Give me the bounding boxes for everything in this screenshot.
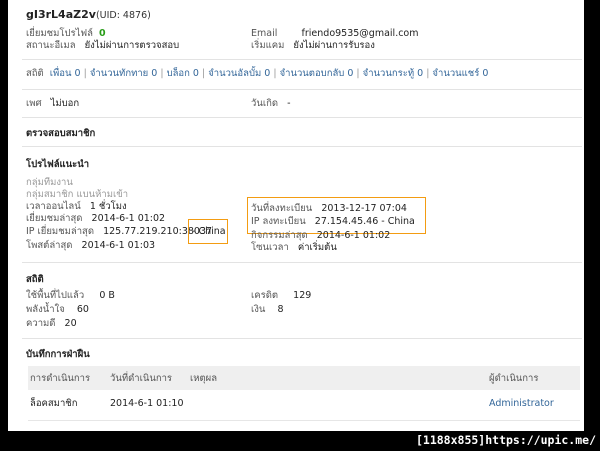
divider (22, 59, 582, 60)
last-ip-row: IP เยี่ยมชมล่าสุด 125.77.219.210:38037 (26, 226, 212, 238)
birthday-label: วันเกิด (251, 98, 278, 109)
email-status-label: สถานะอีเมล (26, 40, 76, 51)
stats-link-friends[interactable]: เพื่อน 0 (50, 68, 81, 79)
col-header-action: การดำเนินการ (30, 373, 91, 384)
section-profile-recommend: โปรไฟล์แนะนำ (26, 159, 90, 170)
space-value: 0 B (99, 290, 115, 301)
timezone-label: โซนเวลา (251, 242, 289, 253)
stats-link-albums[interactable]: จำนวนอัลบั้ม 0 (208, 68, 270, 79)
stats-links: สถิติ เพื่อน 0 | จำนวนทักทาย 0 | บล็อก 0… (26, 68, 488, 80)
log-row-operator-link[interactable]: Administrator (489, 398, 554, 410)
power-row: พลังน้ำใจ 60 (26, 304, 89, 316)
separator: | (426, 68, 430, 79)
stats-links-label: สถิติ (26, 68, 44, 79)
col-header-date: วันที่ดำเนินการ (110, 373, 173, 384)
stats-link-replies[interactable]: จำนวนตอบกลับ 0 (280, 68, 354, 79)
credit-row: เครดิต 129 (251, 290, 311, 302)
separator: | (273, 68, 277, 79)
divider (22, 117, 582, 118)
email-status-value: ยังไม่ผ่านการตรวจสอบ (84, 40, 180, 51)
online-time-row: เวลาออนไลน์ 1 ชั่วโมง (26, 201, 127, 213)
money-label: เงิน (251, 304, 266, 315)
divider (22, 338, 582, 339)
upic-watermark: [1188x855]https://upic.me/ (415, 433, 596, 447)
money-value: 8 (277, 304, 284, 315)
email-row: Email friendo9535@gmail.com (251, 28, 419, 40)
visit-count: 0 (98, 28, 106, 39)
separator: | (356, 68, 360, 79)
gender-value: ไม่บอก (50, 98, 80, 109)
divider (22, 146, 582, 147)
last-visit-row: เยี่ยมชมล่าสุด 2014-6-1 01:02 (26, 213, 165, 225)
timezone-value: ค่าเริ่มต้น (297, 242, 337, 253)
gender-row: เพศ ไม่บอก (26, 98, 79, 110)
birthday-row: วันเกิด - (251, 98, 291, 110)
last-activity-value: 2014-6-1 01:02 (316, 230, 391, 241)
profile-page: gI3rL4aZ2v(UID: 4876) เยี่ยมชมโปรไฟล์ 0 … (8, 0, 584, 431)
email-status-row: สถานะอีเมล ยังไม่ผ่านการตรวจสอบ (26, 40, 179, 52)
verify-value: ยังไม่ผ่านการรับรอง (293, 40, 375, 51)
verify-row: เริ่มแคม ยังไม่ผ่านการรับรอง (251, 40, 375, 52)
verify-label: เริ่มแคม (251, 40, 285, 51)
email-label: Email (251, 28, 278, 39)
log-row-date: 2014-6-1 01:10 (110, 398, 184, 409)
last-post-row: โพสต์ล่าสุด 2014-6-1 01:03 (26, 240, 155, 252)
email-value: friendo9535@gmail.com (301, 28, 419, 39)
timezone-row: โซนเวลา ค่าเริ่มต้น (251, 242, 337, 254)
scrollbar-track[interactable] (584, 0, 600, 431)
visit-label: เยี่ยมชมโปรไฟล์ (26, 28, 93, 39)
col-header-operator: ผู้ดำเนินการ (489, 373, 539, 384)
space-label: ใช้พื้นที่ไปแล้ว (26, 290, 85, 301)
separator: | (160, 68, 164, 79)
section-stats: สถิติ (26, 274, 44, 285)
staff-group: กลุ่มทีมงาน (26, 177, 73, 188)
last-post-value: 2014-6-1 01:03 (81, 240, 156, 251)
stats-link-threads[interactable]: จำนวนกระทู้ 0 (363, 68, 424, 79)
member-group: กลุ่มสมาชิก แบนห้ามเข้า (26, 189, 129, 200)
birthday-value: - (287, 98, 291, 109)
highlight-box-registration (247, 197, 426, 234)
uid: (UID: 4876) (95, 10, 151, 21)
section-verify-member: ตรวจสอบสมาชิก (26, 128, 96, 139)
money-row: เงิน 8 (251, 304, 284, 316)
credit-label: เครดิต (251, 290, 279, 301)
good-label: ความดี (26, 318, 56, 329)
divider (22, 262, 582, 263)
last-post-label: โพสต์ล่าสุด (26, 240, 73, 251)
stats-link-greetings[interactable]: จำนวนทักทาย 0 (90, 68, 157, 79)
last-ip-label: IP เยี่ยมชมล่าสุด (26, 226, 95, 237)
log-table-row-divider (28, 420, 580, 421)
last-activity-label: กิจกรรมล่าสุด (251, 230, 308, 241)
online-time-label: เวลาออนไลน์ (26, 201, 81, 212)
stats-link-blogs[interactable]: บล็อก 0 (167, 68, 199, 79)
separator: | (201, 68, 206, 79)
online-time-value: 1 ชั่วโมง (89, 201, 127, 212)
space-row: ใช้พื้นที่ไปแล้ว 0 B (26, 290, 115, 302)
divider (22, 89, 582, 90)
username-title: gI3rL4aZ2v(UID: 4876) (26, 8, 151, 21)
power-value: 60 (76, 304, 89, 315)
last-activity-row: กิจกรรมล่าสุด 2014-6-1 01:02 (251, 230, 390, 242)
gender-label: เพศ (26, 98, 42, 109)
last-visit-label: เยี่ยมชมล่าสุด (26, 213, 83, 224)
separator: | (83, 68, 87, 79)
credit-value: 129 (293, 290, 312, 301)
power-label: พลังน้ำใจ (26, 304, 65, 315)
stats-link-shares[interactable]: จำนวนแชร์ 0 (432, 68, 488, 79)
username: gI3rL4aZ2v (26, 8, 96, 21)
visit-row: เยี่ยมชมโปรไฟล์ 0 (26, 28, 106, 40)
last-visit-value: 2014-6-1 01:02 (91, 213, 166, 224)
highlight-box-last-ip (188, 219, 228, 244)
good-row: ความดี 20 (26, 318, 77, 330)
section-activity-log: บันทึกการฝ่าฝืน (26, 349, 90, 360)
good-value: 20 (64, 318, 77, 329)
log-row-action: ล็อคสมาชิก (30, 398, 78, 409)
col-header-reason: เหตุผล (190, 373, 218, 384)
